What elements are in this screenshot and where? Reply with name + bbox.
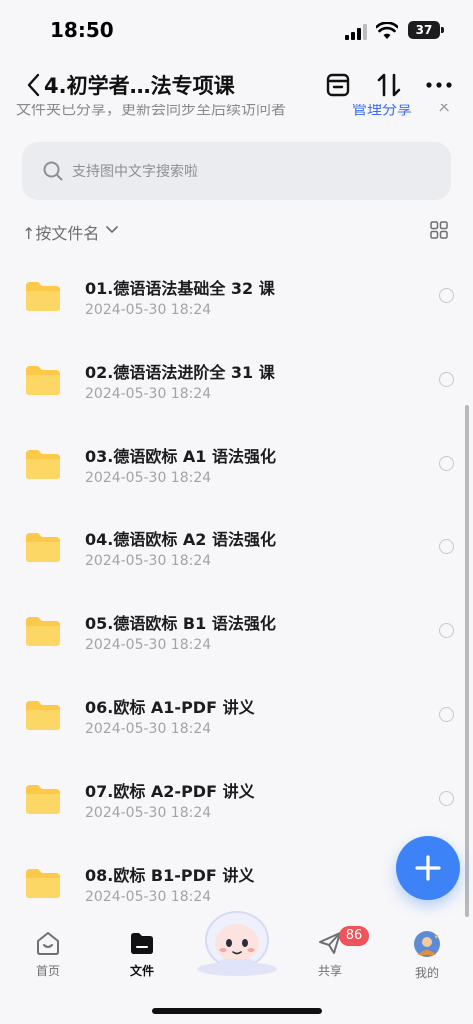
search-input[interactable]: 支持图中文字搜索啦 <box>22 142 451 200</box>
file-name: 08.欧标 B1-PDF 讲义 <box>85 865 255 885</box>
nav-bar: 4.初学者…法专项课 <box>0 60 473 110</box>
folder-icon <box>26 868 60 898</box>
select-radio[interactable] <box>439 539 454 555</box>
share-banner-text: 文件夹已分享，更新会同步至后续访问者 <box>16 104 287 118</box>
list-item[interactable]: 02.德语语法进阶全 31 课 2024-05-30 18:24 <box>0 328 473 412</box>
file-date: 2024-05-30 18:24 <box>85 553 212 570</box>
file-list: 01.德语语法基础全 32 课 2024-05-30 18:24 02.德语语法… <box>0 244 473 914</box>
file-name: 05.德语欧标 B1 语法强化 <box>85 614 276 634</box>
list-item[interactable]: 05.德语欧标 B1 语法强化 2024-05-30 18:24 <box>0 579 473 663</box>
list-item[interactable]: 01.德语语法基础全 32 课 2024-05-30 18:24 <box>0 244 473 328</box>
status-bar: 18:50 37 <box>0 0 473 60</box>
select-radio[interactable] <box>439 790 454 806</box>
close-icon[interactable]: × <box>437 104 451 117</box>
notification-badge: 86 <box>339 926 369 946</box>
folder-icon <box>131 933 153 954</box>
home-indicator <box>152 1008 322 1014</box>
file-name: 06.欧标 A1-PDF 讲义 <box>85 697 255 717</box>
list-item[interactable]: 06.欧标 A1-PDF 讲义 2024-05-30 18:24 <box>0 663 473 747</box>
chevron-left-icon[interactable] <box>26 72 42 98</box>
tab-label: 首页 <box>35 964 60 978</box>
sort-row: ↑按文件名 <box>0 218 473 244</box>
tab-label: 我的 <box>414 966 439 980</box>
signal-icon <box>345 24 367 40</box>
file-date: 2024-05-30 18:24 <box>85 804 212 821</box>
sort-by-name-button[interactable]: ↑按文件名 <box>22 220 99 244</box>
folder-icon <box>26 784 60 814</box>
file-name: 02.德语语法进阶全 31 课 <box>85 362 275 382</box>
folder-icon <box>26 533 60 563</box>
list-item[interactable]: 04.德语欧标 A2 语法强化 2024-05-30 18:24 <box>0 495 473 579</box>
tab-files[interactable]: 文件 <box>112 930 172 990</box>
archive-icon[interactable] <box>323 70 353 100</box>
select-radio[interactable] <box>439 371 454 387</box>
grid-view-icon[interactable] <box>430 221 448 239</box>
search-placeholder: 支持图中文字搜索啦 <box>72 164 198 180</box>
file-date: 2024-05-30 18:24 <box>85 720 212 737</box>
file-date: 2024-05-30 18:24 <box>85 888 212 905</box>
folder-icon <box>26 282 60 311</box>
plus-icon <box>415 855 441 881</box>
select-radio[interactable] <box>439 288 454 303</box>
list-item[interactable]: 03.德语欧标 A1 语法强化 2024-05-30 18:24 <box>0 412 473 496</box>
scrollbar[interactable] <box>465 405 469 917</box>
list-item[interactable]: 07.欧标 A2-PDF 讲义 2024-05-30 18:24 <box>0 747 473 831</box>
tab-label: 文件 <box>129 964 154 978</box>
sort-arrows-icon[interactable] <box>374 70 404 100</box>
folder-icon <box>26 449 60 479</box>
file-name: 04.德语欧标 A2 语法强化 <box>85 530 277 550</box>
file-date: 2024-05-30 18:24 <box>85 637 212 654</box>
add-button[interactable] <box>396 836 460 900</box>
tab-mine[interactable]: 我的 <box>397 930 457 990</box>
file-name: 07.欧标 A2-PDF 讲义 <box>85 781 255 801</box>
file-date: 2024-05-30 18:24 <box>85 302 212 318</box>
battery-icon: 37 <box>408 21 444 39</box>
folder-icon <box>26 617 60 647</box>
search-icon <box>43 161 63 181</box>
select-radio[interactable] <box>439 623 454 639</box>
chevron-down-icon[interactable] <box>106 225 118 235</box>
page-title: 4.初学者…法专项课 <box>44 74 235 98</box>
home-icon <box>37 932 59 955</box>
wifi-icon <box>376 22 398 39</box>
folder-icon <box>26 700 60 730</box>
tab-home[interactable]: 首页 <box>18 930 78 990</box>
file-date: 2024-05-30 18:24 <box>85 469 212 486</box>
file-name: 03.德语欧标 A1 语法强化 <box>85 446 277 466</box>
more-icon[interactable] <box>424 70 454 100</box>
file-date: 2024-05-30 18:24 <box>85 385 212 402</box>
avatar <box>414 931 440 957</box>
tab-label: 共享 <box>317 964 342 978</box>
share-banner: 文件夹已分享，更新会同步至后续访问者 管理分享 × <box>0 104 473 126</box>
folder-icon <box>26 365 60 395</box>
select-radio[interactable] <box>439 455 454 471</box>
select-radio[interactable] <box>439 706 454 722</box>
manage-share-link[interactable]: 管理分享 <box>352 104 412 119</box>
status-time: 18:50 <box>50 18 114 42</box>
file-name: 01.德语语法基础全 32 课 <box>85 279 275 298</box>
mascot-icon[interactable] <box>190 905 284 977</box>
